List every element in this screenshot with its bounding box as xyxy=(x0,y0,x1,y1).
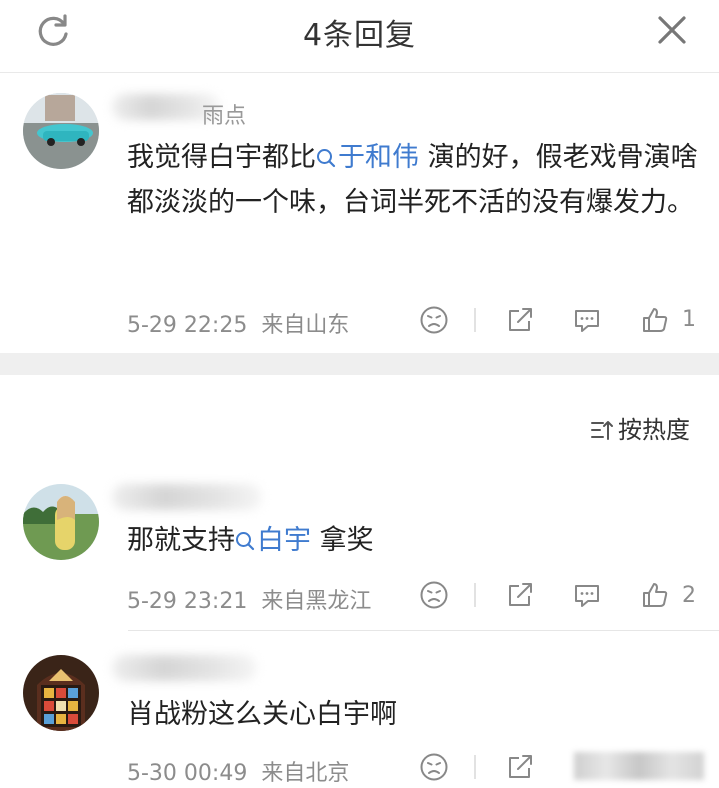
avatar[interactable] xyxy=(23,93,99,169)
comment-text: 我觉得白宇都比 于和伟 演的好，假老戏骨演啥都淡淡的一个味，台词半死不活的没有爆发… xyxy=(127,142,698,218)
location: 来自黑龙江 xyxy=(261,589,372,614)
username-blurred[interactable] xyxy=(112,484,262,510)
avatar[interactable] xyxy=(23,655,99,731)
topic-link[interactable]: 白宇 xyxy=(235,525,311,556)
search-icon xyxy=(236,532,255,551)
share-icon[interactable] xyxy=(505,580,535,610)
comment-icon[interactable] xyxy=(572,305,602,335)
timestamp: 5-30 00:49 xyxy=(127,761,248,786)
share-icon[interactable] xyxy=(505,752,535,782)
like-count: 2 xyxy=(682,583,696,608)
dislike-face-icon[interactable] xyxy=(419,752,449,782)
search-icon xyxy=(317,149,336,168)
timestamp: 5-29 23:21 xyxy=(127,589,248,614)
username-tail: 雨点 xyxy=(202,104,247,129)
header-bar: 4条回复 xyxy=(0,0,719,72)
like-icon[interactable] xyxy=(640,305,670,335)
separator xyxy=(474,308,476,332)
location: 来自北京 xyxy=(261,761,350,786)
row-divider xyxy=(128,630,719,631)
like-icon[interactable] xyxy=(640,580,670,610)
sort-button[interactable]: 按热度 xyxy=(590,410,690,445)
comment-text: 那就支持 白宇 拿奖 xyxy=(127,525,374,556)
timestamp: 5-29 22:25 xyxy=(127,313,248,338)
username-blurred[interactable] xyxy=(112,655,257,681)
dislike-face-icon[interactable] xyxy=(419,305,449,335)
header-divider xyxy=(0,72,719,73)
comment-text: 肖战粉这么关心白宇啊 xyxy=(127,699,397,730)
comment-icon[interactable] xyxy=(572,580,602,610)
comment-meta: 5-30 00:49 来自北京 xyxy=(127,755,349,787)
topic-link[interactable]: 于和伟 xyxy=(316,142,419,173)
close-icon[interactable] xyxy=(654,12,690,48)
share-icon[interactable] xyxy=(505,305,535,335)
dislike-face-icon[interactable] xyxy=(419,580,449,610)
section-divider xyxy=(0,353,719,375)
sort-icon xyxy=(591,421,613,440)
comment-meta: 5-29 22:25 来自山东 xyxy=(127,307,349,339)
blurred-actions xyxy=(574,752,704,780)
comment-meta: 5-29 23:21 来自黑龙江 xyxy=(127,583,371,615)
separator xyxy=(474,755,476,779)
avatar[interactable] xyxy=(23,484,99,560)
location: 来自山东 xyxy=(261,313,350,338)
like-count: 1 xyxy=(682,307,696,332)
page-title: 4条回复 xyxy=(302,18,417,53)
separator xyxy=(474,583,476,607)
